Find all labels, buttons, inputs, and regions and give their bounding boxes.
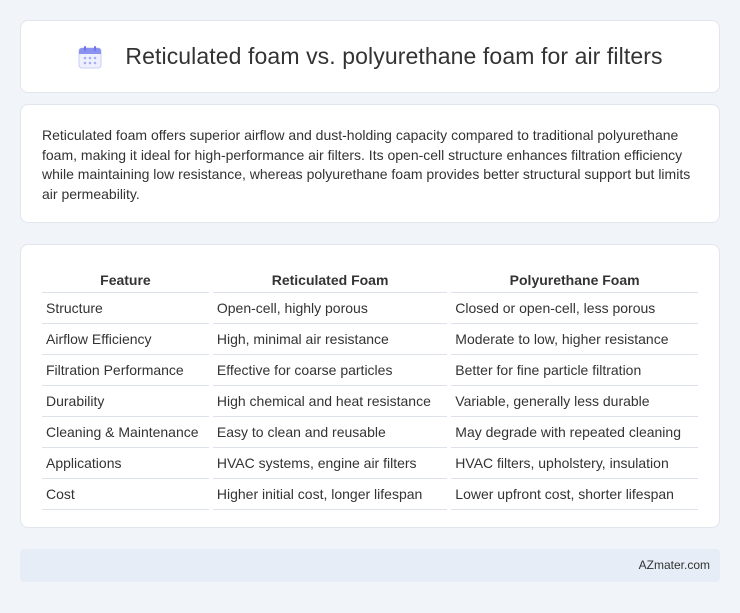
comparison-table-card: Feature Reticulated Foam Polyurethane Fo… — [20, 244, 720, 528]
reticulated-cell: Higher initial cost, longer lifespan — [212, 479, 448, 510]
feature-cell: Structure — [42, 293, 209, 324]
table-row: Structure Open-cell, highly porous Close… — [42, 293, 698, 324]
table-row: Cleaning & Maintenance Easy to clean and… — [42, 417, 698, 448]
polyurethane-cell: HVAC filters, upholstery, insulation — [451, 448, 698, 479]
table-row: Airflow Efficiency High, minimal air res… — [42, 324, 698, 355]
table-row: Applications HVAC systems, engine air fi… — [42, 448, 698, 479]
table-row: Durability High chemical and heat resist… — [42, 386, 698, 417]
page-title: Reticulated foam vs. polyurethane foam f… — [125, 43, 663, 69]
feature-cell: Filtration Performance — [42, 355, 209, 386]
reticulated-cell: High, minimal air resistance — [212, 324, 448, 355]
table-row: Cost Higher initial cost, longer lifespa… — [42, 479, 698, 510]
reticulated-cell: Effective for coarse particles — [212, 355, 448, 386]
polyurethane-cell: Moderate to low, higher resistance — [451, 324, 698, 355]
feature-cell: Applications — [42, 448, 209, 479]
feature-cell: Cost — [42, 479, 209, 510]
polyurethane-cell: May degrade with repeated cleaning — [451, 417, 698, 448]
reticulated-cell: High chemical and heat resistance — [212, 386, 448, 417]
reticulated-cell: Easy to clean and reusable — [212, 417, 448, 448]
title-card: Reticulated foam vs. polyurethane foam f… — [20, 20, 720, 93]
column-header-feature: Feature — [42, 264, 209, 293]
polyurethane-cell: Variable, generally less durable — [451, 386, 698, 417]
table-row: Filtration Performance Effective for coa… — [42, 355, 698, 386]
feature-cell: Airflow Efficiency — [42, 324, 209, 355]
polyurethane-cell: Better for fine particle filtration — [451, 355, 698, 386]
footer-bar: AZmater.com — [20, 549, 720, 582]
summary-text: Reticulated foam offers superior airflow… — [42, 127, 691, 202]
table-header-row: Feature Reticulated Foam Polyurethane Fo… — [42, 264, 698, 293]
feature-cell: Cleaning & Maintenance — [42, 417, 209, 448]
column-header-polyurethane-foam: Polyurethane Foam — [451, 264, 698, 293]
reticulated-cell: HVAC systems, engine air filters — [212, 448, 448, 479]
polyurethane-cell: Closed or open-cell, less porous — [451, 293, 698, 324]
column-header-reticulated-foam: Reticulated Foam — [212, 264, 448, 293]
polyurethane-cell: Lower upfront cost, shorter lifespan — [451, 479, 698, 510]
calendar-icon — [77, 44, 103, 70]
footer-brand[interactable]: AZmater.com — [639, 558, 710, 572]
reticulated-cell: Open-cell, highly porous — [212, 293, 448, 324]
comparison-table: Feature Reticulated Foam Polyurethane Fo… — [38, 264, 702, 510]
summary-card: Reticulated foam offers superior airflow… — [20, 104, 720, 223]
feature-cell: Durability — [42, 386, 209, 417]
